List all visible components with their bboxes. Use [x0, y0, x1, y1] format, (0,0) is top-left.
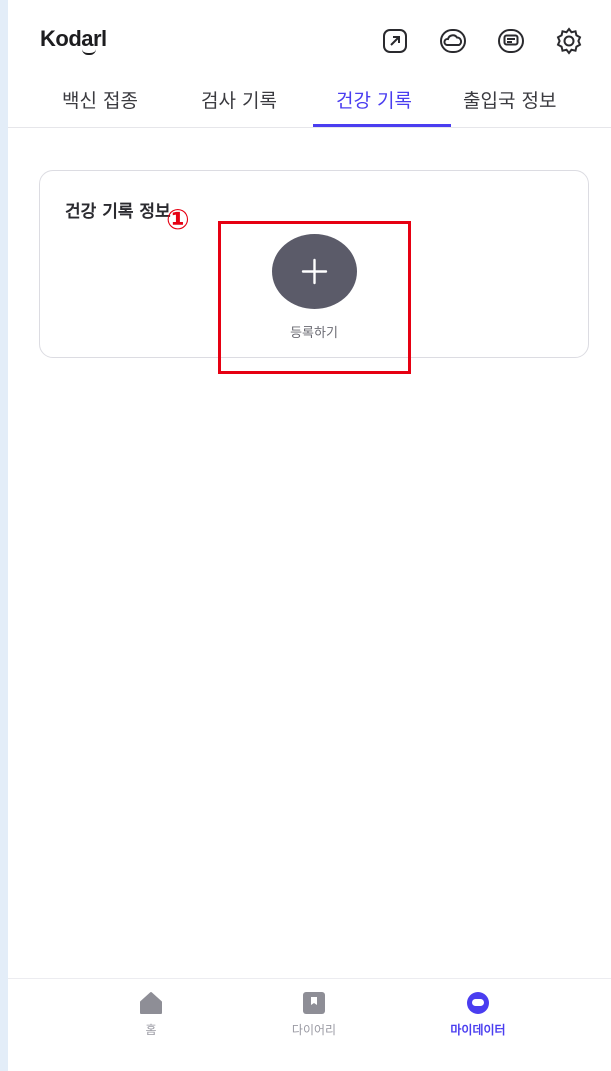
bottom-navigation: 홈 다이어리 마이데이터: [8, 978, 611, 1071]
mydata-icon: [467, 992, 489, 1014]
tab-health-records[interactable]: 건강 기록: [336, 86, 412, 128]
app-screen: Kodarl 백신 접종 검사 기록 건강 기록 출입국 정보 건강 기록 정보…: [8, 0, 611, 1071]
bookmark-icon: [303, 992, 325, 1014]
logo-smile: [82, 49, 96, 55]
message-icon[interactable]: [496, 26, 526, 56]
tab-vaccination[interactable]: 백신 접종: [62, 86, 138, 128]
app-header: Kodarl: [8, 0, 611, 78]
card-title: 건강 기록 정보: [65, 202, 171, 222]
cloud-icon[interactable]: [438, 26, 468, 56]
nav-mydata[interactable]: 마이데이터: [428, 991, 528, 1038]
nav-mydata-label: 마이데이터: [450, 1023, 506, 1037]
annotation-highlight-box: [218, 221, 411, 374]
nav-home[interactable]: 홈: [101, 991, 201, 1038]
external-link-icon[interactable]: [380, 26, 410, 56]
tab-bar: 백신 접종 검사 기록 건강 기록 출입국 정보: [8, 78, 611, 128]
app-logo: Kodarl: [40, 26, 107, 51]
annotation-marker: ①: [166, 203, 190, 236]
nav-diary[interactable]: 다이어리: [264, 991, 364, 1038]
gear-icon[interactable]: [554, 26, 584, 56]
nav-diary-label: 다이어리: [291, 1023, 337, 1037]
active-tab-indicator: [313, 124, 451, 127]
nav-home-label: 홈: [145, 1023, 157, 1037]
tab-immigration-info[interactable]: 출입국 정보: [463, 86, 556, 128]
home-icon: [140, 992, 162, 1014]
tab-test-records[interactable]: 검사 기록: [201, 86, 277, 128]
